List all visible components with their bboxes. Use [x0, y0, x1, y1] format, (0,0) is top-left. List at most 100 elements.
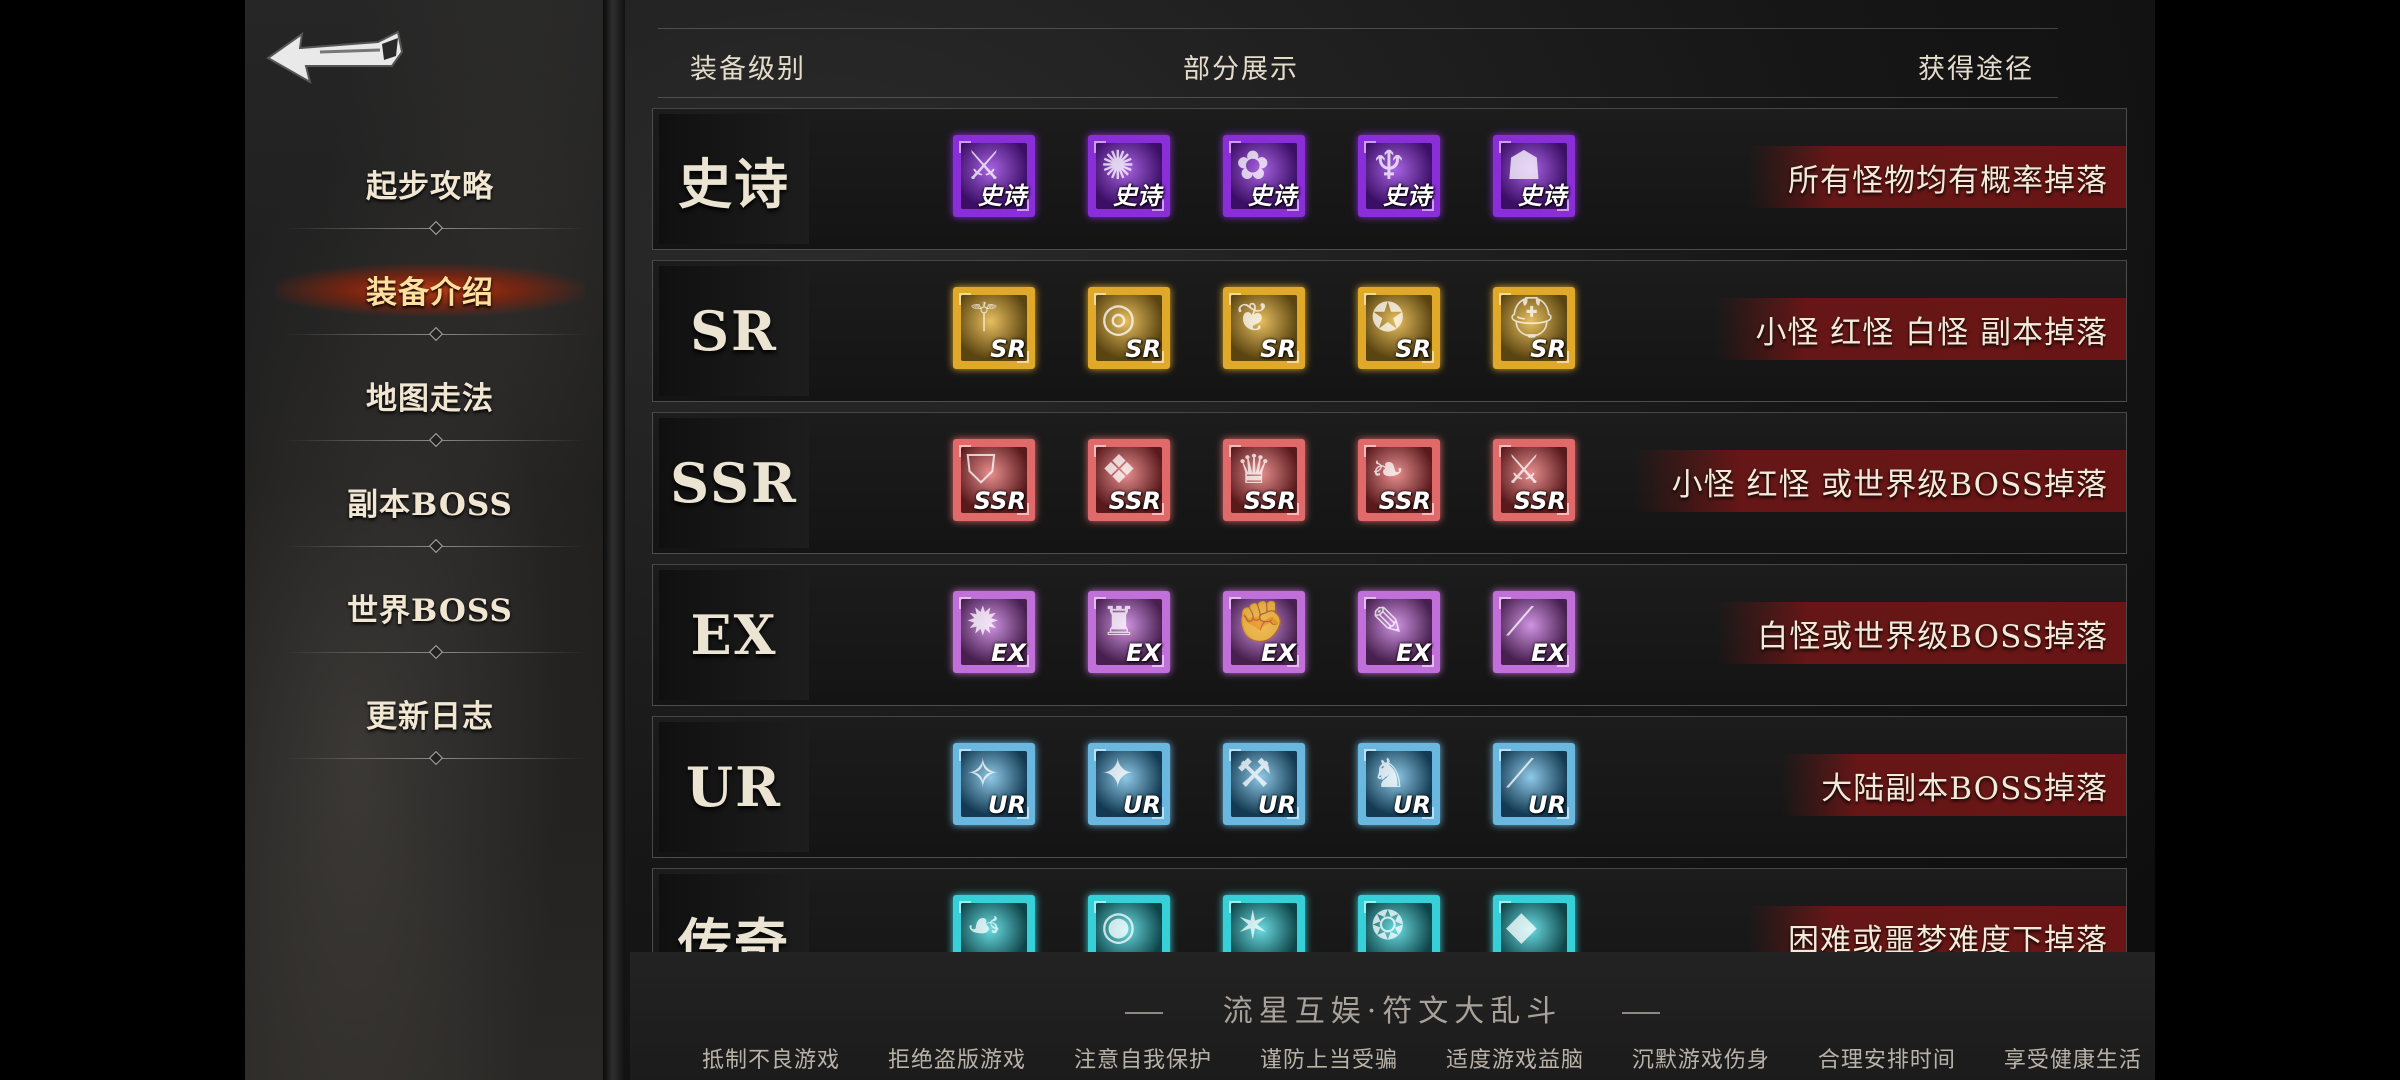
sidebar-item[interactable]: 世界BOSS [245, 554, 615, 660]
sidebar-item-label: 更新日志 [366, 698, 494, 735]
rarity-badge: 史诗 [1383, 182, 1431, 210]
shield-icon: ⛉ [966, 447, 996, 493]
source-text: 小怪 红怪 白怪 副本掉落 [1755, 314, 2108, 351]
source-banner: 白怪或世界级BOSS掉落 [1717, 602, 2126, 664]
source-banner: 小怪 红怪 或世界级BOSS掉落 [1631, 450, 2126, 512]
back-arrow-icon [266, 30, 404, 85]
source-banner: 所有怪物均有概率掉落 [1748, 146, 2126, 208]
equipment-row: EX ✹ EX ♜ EX ✊ EX ✎ EX ⟋ EX 白怪或世界级BOSS掉落 [652, 564, 2127, 706]
crown-icon: ♛ [1236, 447, 1272, 493]
equipment-item[interactable]: ⚚ SR [953, 287, 1035, 369]
level-cell: UR [659, 722, 809, 852]
rarity-badge: 史诗 [1518, 182, 1566, 210]
rarity-badge: 史诗 [1113, 182, 1161, 210]
rarity-badge: UR [1258, 791, 1296, 819]
sidebar-item-label: 副本BOSS [347, 486, 513, 523]
notice-item: 谨防上当受骗 [1259, 1048, 1398, 1073]
menu-divider [285, 326, 585, 342]
menu-divider [285, 432, 585, 448]
equipment-row: SR ⚚ SR ◎ SR ❦ SR ✪ SR ⛑ SR 小怪 红怪 白怪 副本掉落 [652, 260, 2127, 402]
equipment-item[interactable]: ✶ [1223, 895, 1305, 953]
equipment-item[interactable]: ◉ [1088, 895, 1170, 953]
equipment-item[interactable]: ✪ SR [1358, 287, 1440, 369]
staff-icon: ⚚ [966, 295, 1002, 341]
equipment-table[interactable]: 史诗 ⚔ 史诗 ✺ 史诗 ✿ 史诗 ♆ 史诗 ☗ 史诗 所有怪物均有概率掉落 SR ⚚ SR ◎ SR ❦ SR ✪ S… [652, 108, 2137, 953]
rarity-badge: 史诗 [978, 182, 1026, 210]
helmet-icon: ⛑ [1506, 295, 1557, 341]
sidebar-item[interactable]: 副本BOSS [245, 448, 615, 554]
equipment-item[interactable]: ♛ SSR [1223, 439, 1305, 521]
rarity-badge: SSR [1243, 487, 1296, 515]
rarity-badge: UR [1393, 791, 1431, 819]
equipment-item[interactable]: ❂ [1358, 895, 1440, 953]
notice-item: 沉默游戏伤身 [1631, 1048, 1770, 1073]
notice-item: 合理安排时间 [1817, 1048, 1956, 1073]
rarity-badge: UR [988, 791, 1026, 819]
level-label: 传奇 [678, 911, 790, 954]
equipment-item[interactable]: ⚒ UR [1223, 743, 1305, 825]
equipment-item[interactable]: ✎ EX [1358, 591, 1440, 673]
sidebar-item-label: 装备介绍 [366, 274, 494, 311]
equipment-row: 传奇 ☙ ◉ ✶ ❂ ◆ 困难或噩梦难度下掉落 [652, 868, 2127, 953]
equipment-item[interactable]: ♞ UR [1358, 743, 1440, 825]
sidebar-item[interactable]: 起步攻略 [245, 130, 615, 236]
sidebar-item[interactable]: 地图走法 [245, 342, 615, 448]
amulet-icon: ✪ [1371, 295, 1405, 341]
level-cell: SR [659, 266, 809, 396]
equipment-item[interactable]: ✿ 史诗 [1223, 135, 1305, 217]
equipment-item[interactable]: ◆ [1493, 895, 1575, 953]
star-icon: ✦ [1101, 751, 1135, 797]
dragon-icon: ♞ [1371, 751, 1407, 797]
equipment-item[interactable]: ⛑ SR [1493, 287, 1575, 369]
equipment-item[interactable]: ◎ SR [1088, 287, 1170, 369]
rune-icon: ✶ [1236, 903, 1270, 949]
notice-item: 注意自我保护 [1073, 1048, 1212, 1073]
equipment-item[interactable]: ✹ EX [953, 591, 1035, 673]
menu-divider [285, 538, 585, 554]
lance-icon: ⟋ [1506, 751, 1534, 797]
level-label: SSR [670, 451, 798, 515]
equipment-item[interactable]: ❧ SSR [1358, 439, 1440, 521]
equipment-item[interactable]: ♆ 史诗 [1358, 135, 1440, 217]
sidebar-item[interactable]: 装备介绍 [245, 236, 615, 342]
wings-icon: ❧ [1371, 447, 1405, 493]
blade-icon: ⚔ [1506, 447, 1542, 493]
sidebar-menu: 起步攻略装备介绍地图走法副本BOSS 世界BOSS 更新日志 [245, 130, 615, 766]
equipment-item[interactable]: ✦ UR [1088, 743, 1170, 825]
equipment-row: 史诗 ⚔ 史诗 ✺ 史诗 ✿ 史诗 ♆ 史诗 ☗ 史诗 所有怪物均有概率掉落 [652, 108, 2127, 250]
equipment-item[interactable]: ♜ EX [1088, 591, 1170, 673]
source-banner: 小怪 红怪 白怪 副本掉落 [1715, 298, 2126, 360]
back-button[interactable] [260, 22, 410, 92]
ring-icon: ◎ [1101, 295, 1136, 341]
mace-icon: ⚒ [1236, 751, 1272, 797]
rarity-badge: SR [1395, 335, 1431, 363]
equipment-item[interactable]: ✺ 史诗 [1088, 135, 1170, 217]
orb-icon: ◉ [1101, 903, 1136, 949]
equipment-row: SSR ⛉ SSR ❖ SSR ♛ SSR ❧ SSR ⚔ SSR 小怪 红怪 或世界级BOSS掉落 [652, 412, 2127, 554]
header-source: 获得途径 [1918, 54, 2034, 85]
cloak-icon: ☙ [966, 903, 1002, 949]
equipment-item[interactable]: ⚔ 史诗 [953, 135, 1035, 217]
rarity-badge: SSR [1108, 487, 1161, 515]
equipment-item[interactable]: ⟋ UR [1493, 743, 1575, 825]
equipment-item[interactable]: ❖ SSR [1088, 439, 1170, 521]
equipment-item[interactable]: ☗ 史诗 [1493, 135, 1575, 217]
equipment-item[interactable]: ☙ [953, 895, 1035, 953]
sidebar-item[interactable]: 更新日志 [245, 660, 615, 766]
level-cell: 史诗 [659, 114, 809, 244]
equipment-item[interactable]: ⛉ SSR [953, 439, 1035, 521]
rarity-badge: UR [1123, 791, 1161, 819]
source-text: 白怪或世界级BOSS掉落 [1757, 618, 2108, 655]
level-label: 史诗 [678, 151, 790, 216]
gem-icon: ◆ [1506, 903, 1537, 949]
equipment-item[interactable]: ⟋ EX [1493, 591, 1575, 673]
equipment-item[interactable]: ⚔ SSR [1493, 439, 1575, 521]
helm-icon: ♜ [1101, 599, 1137, 645]
equipment-item[interactable]: ❦ SR [1223, 287, 1305, 369]
rarity-badge: SSR [973, 487, 1026, 515]
scroll-icon: ❦ [1236, 295, 1270, 341]
notice-item: 适度游戏益脑 [1445, 1048, 1584, 1073]
equipment-item[interactable]: ✧ UR [953, 743, 1035, 825]
equipment-item[interactable]: ✊ EX [1223, 591, 1305, 673]
notice-item: 拒绝盗版游戏 [887, 1048, 1026, 1073]
